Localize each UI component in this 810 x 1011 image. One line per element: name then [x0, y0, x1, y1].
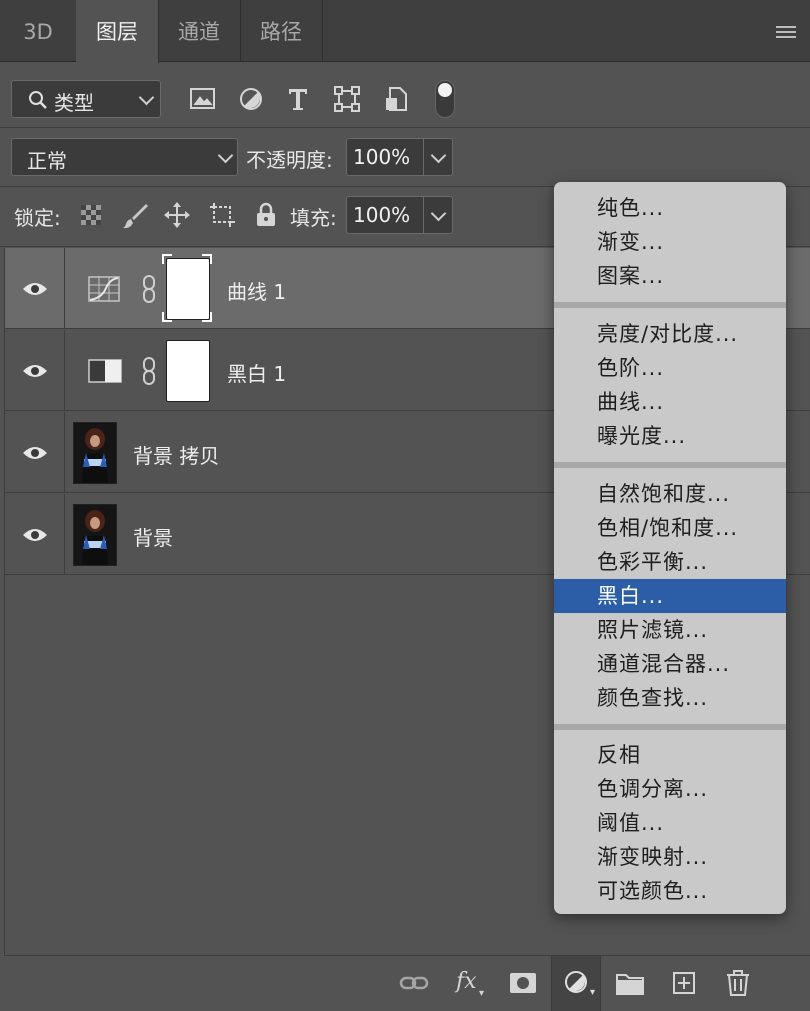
fill-input[interactable]: 100%: [346, 196, 424, 234]
type-layer-filter-icon[interactable]: [287, 86, 309, 112]
pixel-layer-filter-icon[interactable]: [190, 87, 216, 111]
search-icon: [29, 91, 47, 109]
menu-item-solid-color[interactable]: 纯色...: [554, 191, 786, 225]
layer-name[interactable]: 背景 拷贝: [133, 440, 219, 469]
photo-thumbnail[interactable]: [73, 422, 117, 484]
eye-icon[interactable]: [22, 280, 48, 298]
tab-channels[interactable]: 通道: [158, 0, 241, 62]
lock-transparent-pixels-icon[interactable]: [80, 204, 102, 226]
tab-layers[interactable]: 图层: [76, 0, 159, 63]
menu-item-channel-mixer[interactable]: 通道混合器...: [554, 647, 786, 681]
menu-item-curves[interactable]: 曲线...: [554, 385, 786, 419]
layers-bottom-bar: fx ▾ ▾: [4, 955, 810, 1011]
mask-icon[interactable]: [505, 964, 541, 1002]
new-layer-icon[interactable]: [666, 964, 702, 1002]
layer-mask-thumbnail[interactable]: [166, 340, 210, 402]
chevron-down-icon: [430, 147, 447, 164]
menu-item-posterize[interactable]: 色调分离...: [554, 772, 786, 806]
lock-artboard-icon[interactable]: [208, 202, 236, 228]
filter-kind-dropdown[interactable]: 类型: [11, 80, 161, 118]
folder-icon[interactable]: [612, 964, 648, 1002]
curves-adjustment-icon: [88, 276, 120, 302]
black-white-adjustment-icon: [88, 359, 122, 383]
menu-separator: [554, 724, 786, 730]
chevron-down-icon: [430, 205, 447, 222]
link-chain-icon[interactable]: [141, 274, 157, 304]
shape-layer-filter-icon[interactable]: [334, 86, 360, 112]
adjustment-layer-filter-icon[interactable]: [239, 87, 263, 111]
lock-label: 锁定:: [14, 206, 61, 230]
menu-separator: [554, 462, 786, 468]
layer-name[interactable]: 背景: [133, 522, 173, 551]
filter-toggle-switch[interactable]: [435, 80, 455, 118]
chevron-down-icon: [217, 147, 234, 164]
fx-icon[interactable]: fx ▾: [450, 964, 486, 1002]
blend-mode-dropdown[interactable]: 正常: [11, 138, 238, 176]
menu-item-brightness-contrast[interactable]: 亮度/对比度...: [554, 317, 786, 351]
opacity-slider-button[interactable]: [424, 138, 453, 176]
menu-item-color-balance[interactable]: 色彩平衡...: [554, 545, 786, 579]
chevron-down-icon: [138, 89, 155, 106]
menu-item-black-white[interactable]: 黑白...: [554, 579, 786, 613]
menu-separator: [554, 302, 786, 308]
menu-item-exposure[interactable]: 曝光度...: [554, 419, 786, 453]
panel-menu-icon[interactable]: [776, 26, 796, 41]
eye-icon[interactable]: [22, 526, 48, 544]
adjustment-icon[interactable]: ▾: [551, 956, 601, 1011]
mask-selection-corners: [162, 254, 212, 322]
tab-paths[interactable]: 路径: [240, 0, 323, 62]
link-chain-icon[interactable]: [141, 356, 157, 386]
eye-icon[interactable]: [22, 362, 48, 380]
lock-image-pixels-icon[interactable]: [122, 202, 150, 230]
opacity-label: 不透明度:: [246, 148, 333, 172]
blend-mode-value: 正常: [27, 149, 67, 173]
menu-item-hue-saturation[interactable]: 色相/饱和度...: [554, 511, 786, 545]
lock-all-icon[interactable]: [255, 202, 277, 228]
menu-item-gradient-map[interactable]: 渐变映射...: [554, 840, 786, 874]
photo-thumbnail[interactable]: [73, 504, 117, 566]
tab-3d[interactable]: 3D: [0, 0, 77, 62]
link-icon[interactable]: [396, 964, 432, 1002]
opacity-input[interactable]: 100%: [346, 138, 424, 176]
menu-item-invert[interactable]: 反相: [554, 738, 786, 772]
layer-name[interactable]: 黑白 1: [227, 358, 286, 387]
fill-label: 填充:: [290, 206, 337, 230]
lock-position-icon[interactable]: [163, 201, 191, 229]
fill-slider-button[interactable]: [424, 196, 453, 234]
panel-tab-bar: 3D 图层 通道 路径: [0, 0, 810, 63]
adjustment-layer-menu: 纯色... 渐变... 图案... 亮度/对比度... 色阶... 曲线... …: [554, 182, 786, 914]
layer-name[interactable]: 曲线 1: [227, 276, 286, 305]
menu-item-pattern[interactable]: 图案...: [554, 259, 786, 293]
menu-item-color-lookup[interactable]: 颜色查找...: [554, 681, 786, 715]
filter-kind-label: 类型: [54, 91, 94, 115]
menu-item-threshold[interactable]: 阈值...: [554, 806, 786, 840]
menu-item-selective-color[interactable]: 可选颜色...: [554, 874, 786, 908]
menu-item-gradient[interactable]: 渐变...: [554, 225, 786, 259]
smart-object-filter-icon[interactable]: [384, 86, 408, 112]
menu-item-photo-filter[interactable]: 照片滤镜...: [554, 613, 786, 647]
menu-item-vibrance[interactable]: 自然饱和度...: [554, 477, 786, 511]
menu-item-levels[interactable]: 色阶...: [554, 351, 786, 385]
eye-icon[interactable]: [22, 444, 48, 462]
trash-icon[interactable]: [720, 964, 756, 1002]
